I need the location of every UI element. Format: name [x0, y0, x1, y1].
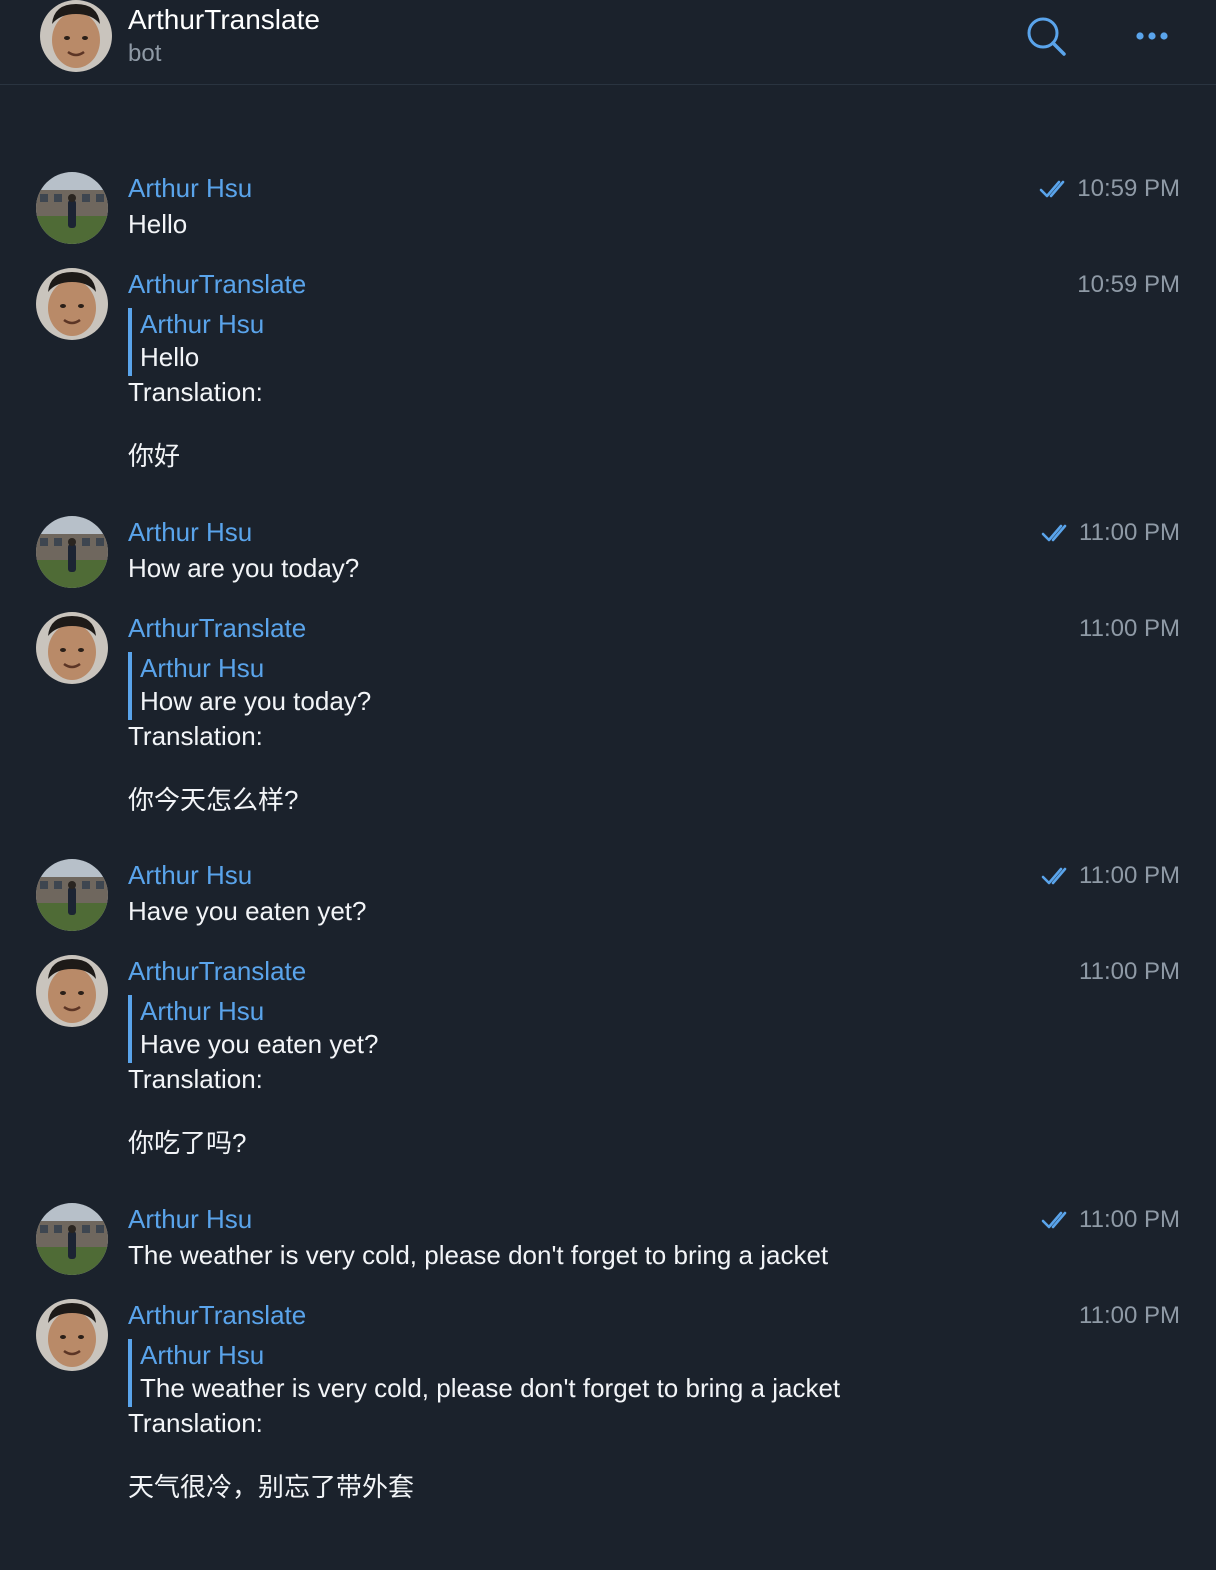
translation-text: 你吃了吗? [128, 1128, 247, 1158]
user-avatar[interactable] [36, 516, 108, 588]
time-label: 11:00 PM [1079, 519, 1180, 546]
search-button[interactable] [1022, 12, 1070, 60]
more-options-button[interactable] [1128, 12, 1176, 60]
time-label: 10:59 PM [1077, 271, 1180, 298]
sender-name[interactable]: Arthur Hsu [128, 859, 252, 891]
message-text: The weather is very cold, please don't f… [128, 1240, 829, 1270]
double-check-icon [1041, 524, 1067, 542]
sender-name[interactable]: Arthur Hsu [128, 516, 252, 548]
double-check-icon [1039, 180, 1065, 198]
reply-sender: Arthur Hsu [140, 653, 265, 683]
message-time: 10:59 PM [1039, 174, 1180, 204]
reply-quote[interactable]: Arthur Hsu Hello [128, 308, 264, 376]
time-label: 11:00 PM [1079, 615, 1180, 642]
reply-text: The weather is very cold, please don't f… [140, 1373, 841, 1403]
chat-subtitle: bot [128, 40, 162, 67]
double-check-icon [1041, 867, 1067, 885]
translation-text: 你今天怎么样? [128, 785, 299, 815]
bot-avatar[interactable] [36, 612, 108, 684]
bot-avatar[interactable] [36, 955, 108, 1027]
translation-label: Translation: [128, 721, 263, 751]
message-text: Hello [128, 209, 188, 239]
sender-name[interactable]: ArthurTranslate [128, 1299, 306, 1331]
message-time: 11:00 PM [1041, 518, 1180, 548]
message-time: 11:00 PM [1041, 1205, 1180, 1235]
reply-quote[interactable]: Arthur Hsu The weather is very cold, ple… [128, 1339, 840, 1407]
message-text: Have you eaten yet? [128, 896, 367, 926]
message-text: How are you today? [128, 553, 360, 583]
time-label: 11:00 PM [1079, 1206, 1180, 1233]
reply-text: Hello [140, 342, 200, 372]
time-label: 11:00 PM [1079, 862, 1180, 889]
double-check-icon [1041, 1211, 1067, 1229]
message-time: 11:00 PM [1079, 1301, 1180, 1331]
time-label: 11:00 PM [1079, 958, 1180, 985]
sender-name[interactable]: ArthurTranslate [128, 955, 306, 987]
sender-name[interactable]: ArthurTranslate [128, 612, 306, 644]
sender-name[interactable]: Arthur Hsu [128, 172, 252, 204]
time-label: 11:00 PM [1079, 1302, 1180, 1329]
translation-text: 天气很冷，别忘了带外套 [128, 1472, 415, 1502]
reply-quote[interactable]: Arthur Hsu How are you today? [128, 652, 371, 720]
sender-name[interactable]: ArthurTranslate [128, 268, 306, 300]
translation-label: Translation: [128, 1064, 263, 1094]
reply-text: How are you today? [140, 686, 372, 716]
translation-label: Translation: [128, 377, 263, 407]
reply-sender: Arthur Hsu [140, 309, 265, 339]
message-time: 11:00 PM [1041, 861, 1180, 891]
bot-avatar[interactable] [36, 268, 108, 340]
bot-avatar[interactable] [40, 0, 112, 72]
user-avatar[interactable] [36, 859, 108, 931]
translation-label: Translation: [128, 1408, 263, 1438]
sender-name[interactable]: Arthur Hsu [128, 1203, 252, 1235]
chat-header: ArthurTranslate bot [0, 0, 1216, 85]
bot-avatar[interactable] [36, 1299, 108, 1371]
reply-quote[interactable]: Arthur Hsu Have you eaten yet? [128, 995, 379, 1063]
message-time: 10:59 PM [1077, 270, 1180, 300]
more-options-icon [1136, 32, 1168, 40]
translation-text: 你好 [128, 441, 181, 471]
reply-text: Have you eaten yet? [140, 1029, 379, 1059]
search-icon [1027, 17, 1066, 56]
reply-sender: Arthur Hsu [140, 996, 265, 1026]
chat-title: ArthurTranslate [128, 4, 320, 35]
message-time: 11:00 PM [1079, 957, 1180, 987]
message-time: 11:00 PM [1079, 614, 1180, 644]
reply-sender: Arthur Hsu [140, 1340, 265, 1370]
user-avatar[interactable] [36, 1203, 108, 1275]
time-label: 10:59 PM [1077, 175, 1180, 202]
user-avatar[interactable] [36, 172, 108, 244]
